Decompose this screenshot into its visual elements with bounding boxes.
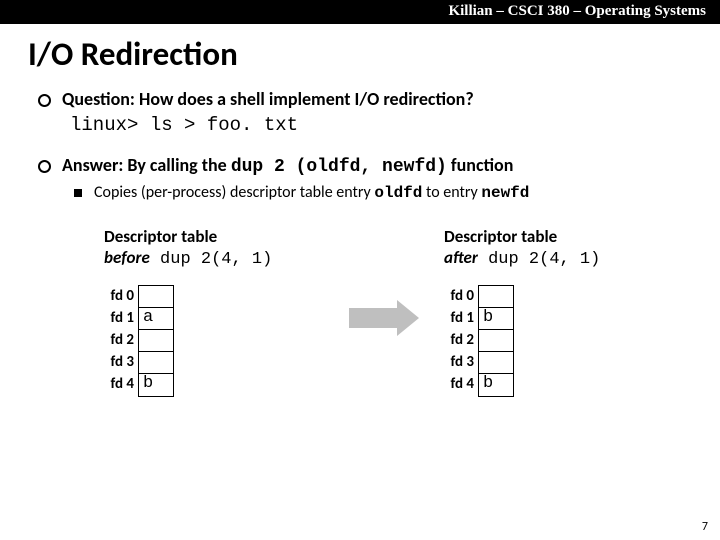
fd-cell: b — [479, 308, 513, 330]
copies-code2: newfd — [481, 184, 529, 202]
arrow-wrap — [324, 226, 444, 336]
fd-label: fd 0 — [444, 285, 478, 307]
before-title-line1: Descriptor table — [104, 226, 217, 247]
copies-mid: to entry — [422, 183, 481, 202]
fd-cell — [139, 330, 173, 352]
fd-label: fd 2 — [444, 329, 478, 351]
after-title-em: after — [444, 247, 478, 268]
fd-label: fd 0 — [104, 285, 138, 307]
fd-cell — [479, 352, 513, 374]
before-title-em: before — [104, 247, 150, 268]
fd-cell — [479, 330, 513, 352]
fd-cell: a — [139, 308, 173, 330]
after-block: Descriptor table after dup 2(4, 1) fd 0 … — [444, 226, 664, 397]
before-title: Descriptor table before dup 2(4, 1) — [104, 226, 324, 271]
copies-code1: oldfd — [374, 184, 422, 202]
page-number: 7 — [702, 520, 708, 534]
question-line: Question: How does a shell implement I/O… — [62, 88, 698, 110]
fd-label: fd 2 — [104, 329, 138, 351]
copies-line: Copies (per-process) descriptor table en… — [72, 183, 698, 202]
slide-content: Question: How does a shell implement I/O… — [0, 88, 720, 397]
before-table: fd 0 fd 1 fd 2 fd 3 fd 4 a b — [104, 285, 324, 397]
before-block: Descriptor table before dup 2(4, 1) fd 0… — [104, 226, 324, 397]
answer-prefix: Answer: By calling the — [62, 154, 231, 176]
fd-cell — [139, 286, 173, 308]
after-title-line1: Descriptor table — [444, 226, 557, 247]
answer-code: dup 2 (oldfd, newfd) — [231, 157, 447, 177]
slide-title: I/O Redirection — [0, 24, 720, 80]
arrow-icon — [349, 300, 419, 336]
tables-row: Descriptor table before dup 2(4, 1) fd 0… — [104, 226, 698, 397]
fd-label: fd 4 — [444, 373, 478, 395]
fd-cell: b — [479, 374, 513, 396]
fd-cell — [479, 286, 513, 308]
fd-label: fd 3 — [104, 351, 138, 373]
fd-cell — [139, 352, 173, 374]
after-title: Descriptor table after dup 2(4, 1) — [444, 226, 664, 271]
fd-label: fd 1 — [104, 307, 138, 329]
before-title-code: dup 2(4, 1) — [150, 250, 272, 269]
fd-label: fd 1 — [444, 307, 478, 329]
command-example: linux> ls > foo. txt — [70, 114, 698, 136]
slide-header: Killian – CSCI 380 – Operating Systems — [0, 0, 720, 24]
copies-prefix: Copies (per-process) descriptor table en… — [94, 183, 374, 202]
answer-suffix: function — [447, 154, 514, 176]
fd-label: fd 3 — [444, 351, 478, 373]
after-table: fd 0 fd 1 fd 2 fd 3 fd 4 b b — [444, 285, 664, 397]
after-title-code: dup 2(4, 1) — [478, 250, 600, 269]
fd-cell: b — [139, 374, 173, 396]
fd-label: fd 4 — [104, 373, 138, 395]
answer-line: Answer: By calling the dup 2 (oldfd, new… — [62, 154, 698, 177]
